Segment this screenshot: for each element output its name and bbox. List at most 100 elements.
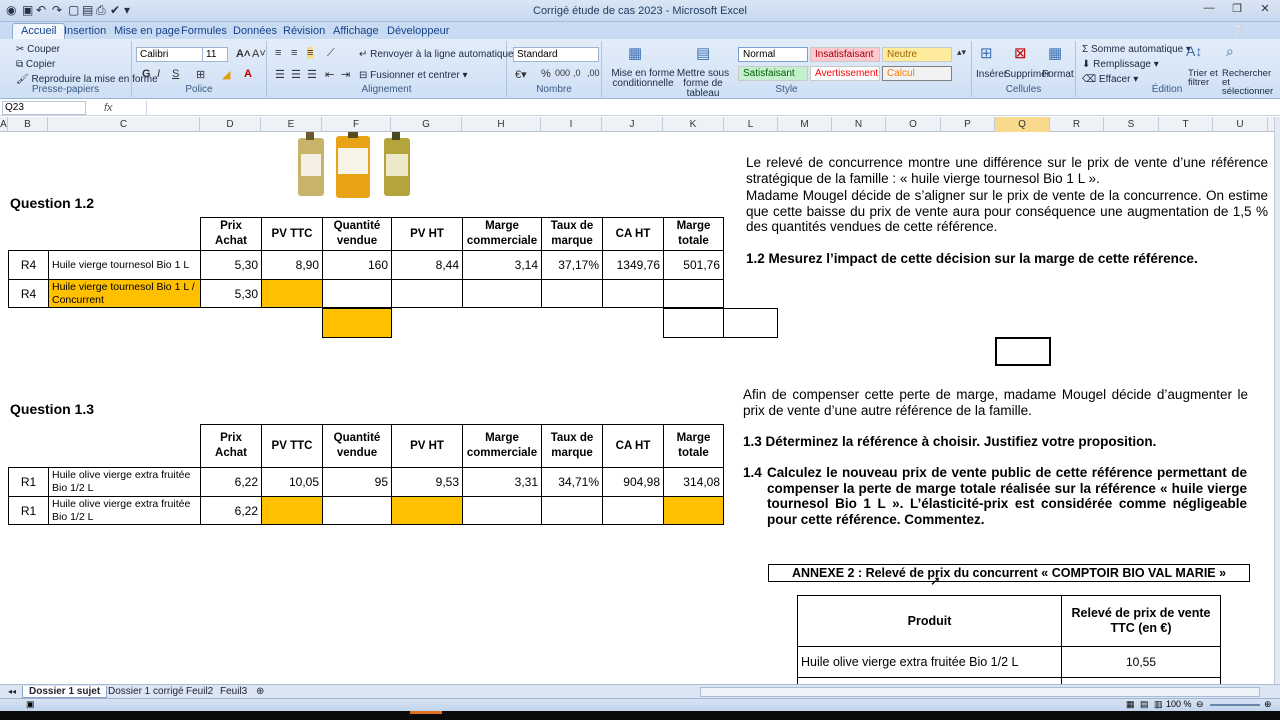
shrink-font-icon[interactable]: A˅ (252, 48, 266, 60)
table-cell-extra[interactable] (723, 308, 778, 338)
table-cell-marge-totale[interactable] (663, 496, 724, 525)
increase-indent-icon[interactable]: ⇥ (341, 68, 350, 81)
header-ca-ht[interactable]: CA HT (602, 217, 664, 251)
number-format-select[interactable]: Standard (513, 47, 599, 62)
table-cell-ref[interactable]: R1 (8, 496, 49, 525)
header-prix-achat[interactable]: Prix Achat (200, 217, 262, 251)
column-header-l[interactable]: L (724, 117, 778, 132)
header-prix-achat[interactable]: Prix Achat (200, 424, 262, 468)
table-cell-product[interactable]: Huile olive vierge extra fruitée Bio 1/2… (48, 467, 201, 497)
header-pv-ht[interactable]: PV HT (391, 424, 463, 468)
font-name-select[interactable]: Calibri (136, 47, 204, 62)
minimize-button[interactable]: — (1196, 2, 1222, 18)
header-taux-de-marque[interactable]: Taux de marque (541, 217, 603, 251)
font-color-icon[interactable]: A (244, 68, 252, 80)
table-cell-product[interactable]: Huile vierge tournesol Bio 1 L (48, 250, 201, 280)
header-quantite-vendue[interactable]: Quantité vendue (322, 424, 392, 468)
formula-input[interactable] (146, 101, 1276, 115)
format-table-icon[interactable]: ▤ (696, 44, 710, 62)
tab-insertion[interactable]: Insertion (64, 25, 106, 37)
insert-icon[interactable]: ⊞ (980, 44, 993, 62)
align-right-icon[interactable]: ☰ (307, 68, 317, 81)
tab-developpeur[interactable]: Développeur (387, 25, 449, 37)
align-top-icon[interactable]: ≡ (275, 47, 281, 59)
table-cell-ca-ht[interactable] (602, 496, 664, 525)
zoom-slider[interactable] (1210, 704, 1260, 706)
table-cell-ref[interactable]: R4 (8, 279, 49, 308)
fx-icon[interactable]: fx (104, 102, 113, 114)
header-quantite-vendue[interactable]: Quantité vendue (322, 217, 392, 251)
italic-icon[interactable]: I (157, 68, 160, 80)
column-header-t[interactable]: T (1159, 117, 1213, 132)
table-cell-quantite[interactable]: 95 (322, 467, 392, 497)
table-cell-marge-commerciale[interactable] (462, 496, 542, 525)
column-header-a[interactable]: A (0, 117, 8, 132)
header-pv-ttc[interactable]: PV TTC (261, 424, 323, 468)
table-cell-ca-ht[interactable] (602, 279, 664, 308)
table-cell-pv-ttc[interactable]: 8,90 (261, 250, 323, 280)
table-cell-prix-achat[interactable]: 6,22 (200, 496, 262, 525)
column-header-m[interactable]: M (778, 117, 832, 132)
header-pv-ttc[interactable]: PV TTC (261, 217, 323, 251)
view-page-layout-icon[interactable]: ▤ (1140, 699, 1149, 710)
header-taux-de-marque[interactable]: Taux de marque (541, 424, 603, 468)
fill-button[interactable]: ⬇ Remplissage ▾ (1082, 59, 1159, 70)
header-marge-commerciale[interactable]: Marge commerciale (462, 217, 542, 251)
tab-revision[interactable]: Révision (283, 25, 325, 37)
align-center-icon[interactable]: ☰ (291, 68, 301, 81)
header-marge-commerciale[interactable]: Marge commerciale (462, 424, 542, 468)
style-insatisfaisant[interactable]: Insatisfaisant (810, 47, 880, 62)
style-normal[interactable]: Normal (738, 47, 808, 62)
table-cell-marge-commerciale[interactable]: 3,14 (462, 250, 542, 280)
cut-button[interactable]: ✂ Couper (16, 44, 60, 55)
zoom-level[interactable]: 100 % (1166, 699, 1192, 709)
align-bottom-icon[interactable]: ≡ (307, 47, 314, 59)
help-icon[interactable]: ❔ (1232, 25, 1246, 38)
column-header-d[interactable]: D (200, 117, 261, 132)
column-header-c[interactable]: C (48, 117, 200, 132)
table-cell-pv-ht[interactable] (391, 496, 463, 525)
vertical-scrollbar[interactable] (1274, 117, 1280, 684)
column-header-o[interactable]: O (886, 117, 941, 132)
align-middle-icon[interactable]: ≡ (291, 47, 297, 59)
column-header-f[interactable]: F (322, 117, 391, 132)
table-cell-prix-achat[interactable]: 5,30 (200, 250, 262, 280)
align-left-icon[interactable]: ☰ (275, 68, 285, 81)
table-cell-ca-ht[interactable]: 904,98 (602, 467, 664, 497)
view-normal-icon[interactable]: ▦ (1126, 699, 1135, 710)
sheet-tab-dossier-1-corrige[interactable]: Dossier 1 corrigé (102, 686, 190, 698)
thousands-icon[interactable]: 000 (555, 68, 570, 78)
macro-record-icon[interactable]: ▣ (26, 699, 35, 710)
table-cell-marge-totale[interactable]: 501,76 (663, 250, 724, 280)
table-cell-pv-ttc[interactable] (261, 496, 323, 525)
close-button[interactable]: ✕ (1252, 2, 1278, 18)
table-cell-marge-totale[interactable]: 314,08 (663, 467, 724, 497)
insert-button[interactable]: Insérer (976, 69, 1007, 80)
zoom-in-icon[interactable]: ⊕ (1264, 699, 1272, 710)
header-ca-ht[interactable]: CA HT (602, 424, 664, 468)
column-header-p[interactable]: P (941, 117, 995, 132)
decrease-indent-icon[interactable]: ⇤ (325, 68, 334, 81)
sheet-tab-dossier-1-sujet[interactable]: Dossier 1 sujet (22, 686, 108, 698)
bold-icon[interactable]: G (142, 68, 151, 80)
table-cell-extra[interactable] (663, 308, 724, 338)
horizontal-scrollbar[interactable] (700, 687, 1260, 697)
merge-center-button[interactable]: ⊟ Fusionner et centrer ▾ (359, 70, 467, 81)
worksheet[interactable]: Question 1.2 Prix Achat PV TTC Quantité … (0, 132, 1274, 684)
sort-filter-icon[interactable]: A↕ (1186, 43, 1202, 59)
tab-formules[interactable]: Formules (181, 25, 227, 37)
currency-icon[interactable]: €▾ (515, 68, 527, 81)
column-header-s[interactable]: S (1104, 117, 1159, 132)
table-cell-taux-de-marque[interactable] (541, 279, 603, 308)
column-header-k[interactable]: K (663, 117, 724, 132)
style-satisfaisant[interactable]: Satisfaisant (738, 66, 808, 81)
table-cell-pv-ht[interactable] (391, 279, 463, 308)
table-cell-taux-de-marque[interactable]: 34,71% (541, 467, 603, 497)
copy-button[interactable]: ⧉ Copier (16, 59, 55, 70)
column-header-b[interactable]: B (8, 117, 48, 132)
header-pv-ht[interactable]: PV HT (391, 217, 463, 251)
tab-accueil[interactable]: Accueil (12, 23, 66, 40)
autosum-button[interactable]: Σ Somme automatique ▾ (1082, 44, 1191, 55)
underline-icon[interactable]: S (172, 68, 179, 80)
column-header-e[interactable]: E (261, 117, 322, 132)
